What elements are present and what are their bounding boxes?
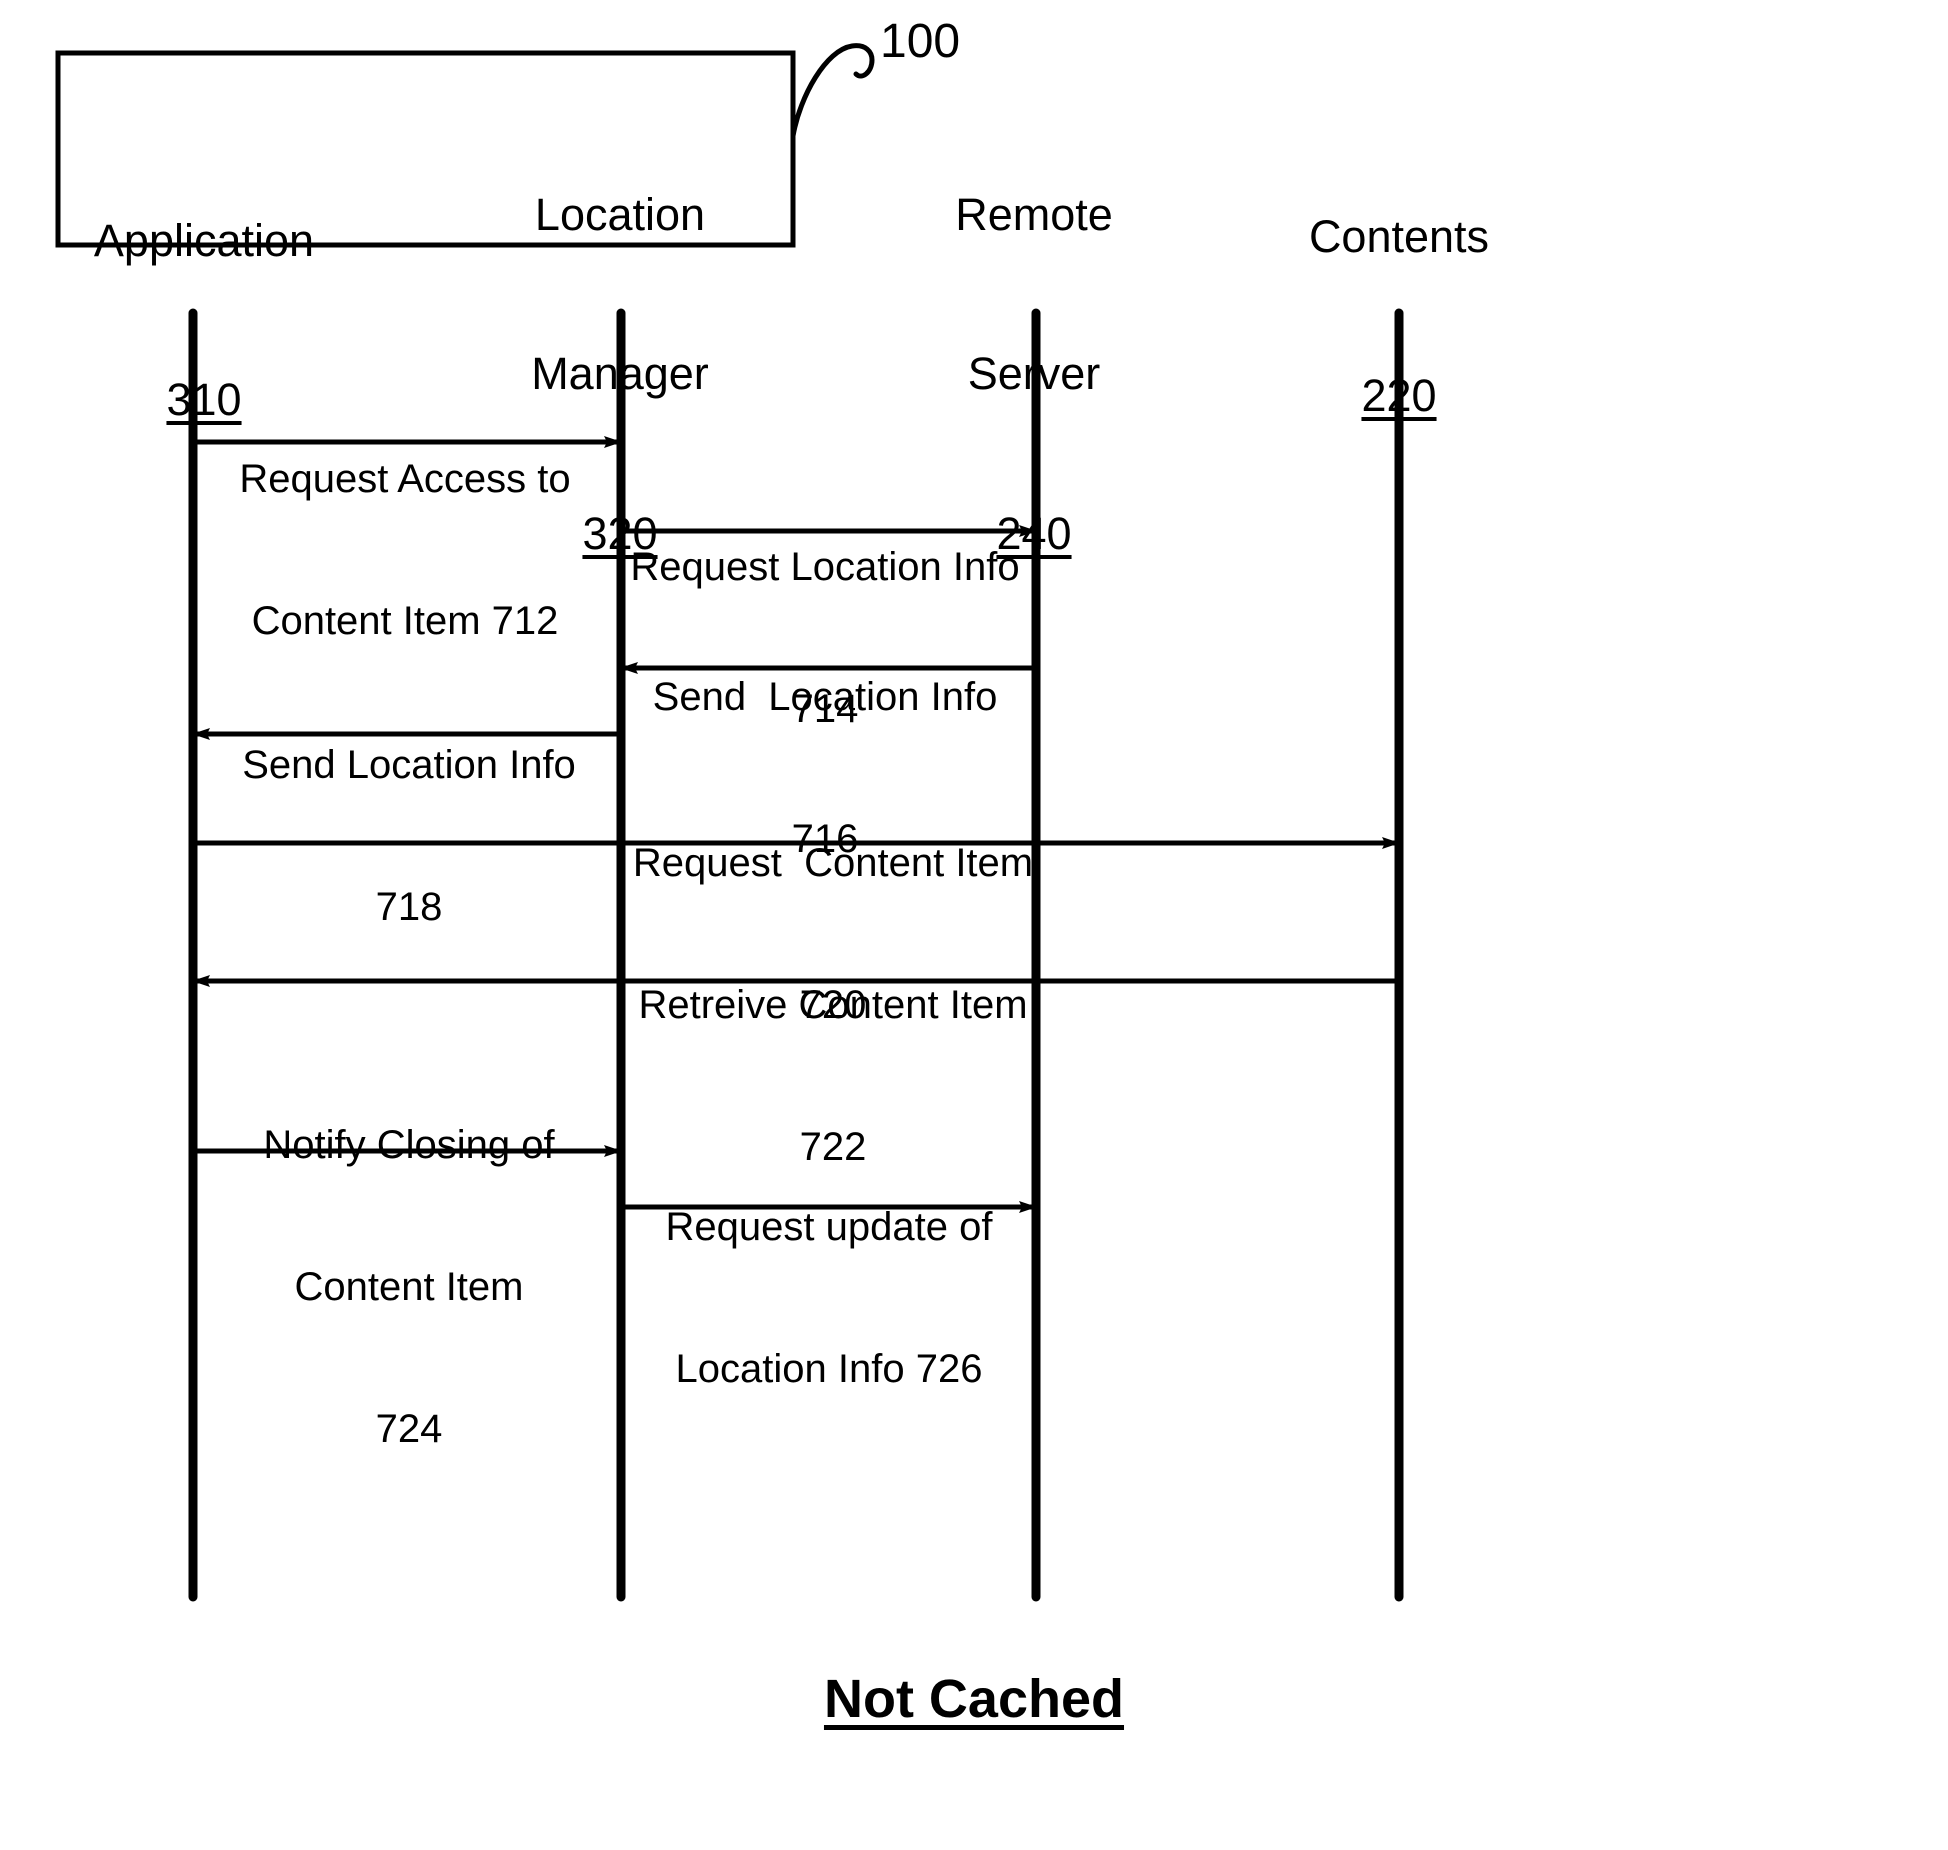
message-label-726-line2: Location Info 726 [675,1346,983,1391]
participant-name-application: Application [93,215,315,267]
figure-caption: Not Cached [823,1669,1125,1729]
message-label-718: Send Location Info 718 [205,648,613,1026]
participant-header-contents: Contents 220 [1253,104,1545,529]
callout-leader-line [790,43,875,139]
message-label-716-line1: Send Location Info [652,675,998,720]
participant-name-location-manager-line1: Location [534,189,706,241]
message-label-718-line1: Send Location Info [242,743,576,788]
participant-name-remote-server-line1: Remote [955,189,1113,241]
message-label-720-line1: Request Content Item [632,841,1034,886]
message-label-724-line2: Content Item [294,1264,524,1309]
message-label-726-line1: Request update of [665,1205,993,1250]
participant-number-contents: 220 [1361,370,1437,422]
participant-name-remote-server-line2: Server [967,348,1101,400]
message-label-724-line3: 724 [375,1406,443,1451]
message-label-712-line2: Content Item 712 [251,598,559,643]
message-label-726: Request update of Location Info 726 [628,1110,1030,1488]
figure-canvas: Application 310 Location Manager 320 Rem… [0,0,1948,1850]
message-label-724: Notify Closing of Content Item 724 [205,1028,613,1547]
message-label-718-line2: 718 [375,884,443,929]
message-label-724-line1: Notify Closing of [263,1123,555,1168]
message-label-722-line1: Retreive Content Item [638,983,1028,1028]
figure-callout-number: 100 [880,15,961,68]
participant-name-contents: Contents [1308,211,1490,263]
message-label-712-line1: Request Access to [239,457,571,502]
